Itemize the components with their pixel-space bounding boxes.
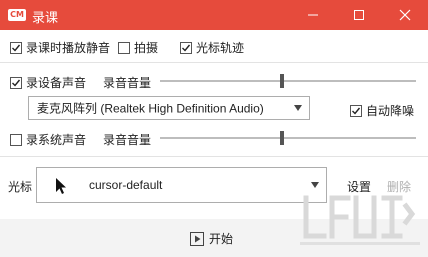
system-volume-label: 录音音量 [103, 131, 151, 148]
mouse-pointer-icon [56, 178, 66, 194]
device-audio-label: 录设备声音 [26, 76, 87, 90]
cursor-track-checkbox[interactable] [180, 41, 192, 54]
device-volume-thumb[interactable] [280, 74, 284, 88]
system-volume-slider[interactable] [160, 137, 416, 139]
start-button[interactable]: 开始 [190, 230, 233, 247]
maximize-icon [354, 10, 364, 20]
cursor-select-value: cursor-default [89, 178, 163, 192]
window-title: 录课 [32, 10, 59, 25]
play-icon [190, 231, 204, 246]
minimize-button[interactable] [290, 0, 336, 30]
system-volume-thumb[interactable] [280, 131, 284, 145]
photo-label: 拍摄 [134, 41, 159, 55]
system-audio-checkbox[interactable] [10, 133, 22, 146]
title-bar: CM 录课 [0, 0, 428, 30]
option-system-audio[interactable]: 录系统声音 [10, 131, 86, 148]
device-select-value: 麦克风阵列 (Realtek High Definition Audio) [37, 101, 264, 116]
maximize-button[interactable] [336, 0, 382, 30]
noise-reduction-label: 自动降噪 [366, 104, 415, 118]
device-audio-checkbox[interactable] [10, 76, 22, 89]
device-volume-slider[interactable] [160, 80, 416, 82]
cursor-label-text: 光标 [8, 180, 33, 194]
watermark-logo [300, 195, 420, 245]
silent-record-label: 录课时播放静音 [26, 41, 111, 55]
divider [0, 62, 428, 63]
check-icon [182, 44, 191, 52]
close-icon [399, 9, 411, 21]
option-device-audio[interactable]: 录设备声音 [10, 74, 86, 91]
cursor-select[interactable]: cursor-default [36, 167, 327, 203]
device-volume-text: 录音音量 [103, 76, 152, 90]
check-icon [352, 107, 361, 115]
chevron-down-icon [294, 105, 302, 111]
option-photo[interactable]: 拍摄 [118, 39, 158, 56]
option-silent-record[interactable]: 录课时播放静音 [10, 39, 110, 56]
silent-record-checkbox[interactable] [10, 41, 22, 54]
start-label: 开始 [209, 232, 234, 246]
noise-reduction-checkbox[interactable] [350, 104, 362, 117]
device-select[interactable]: 麦克风阵列 (Realtek High Definition Audio) [28, 96, 310, 120]
divider [0, 156, 428, 157]
check-icon [12, 79, 21, 87]
option-cursor-track[interactable]: 光标轨迹 [180, 39, 244, 56]
cursor-label: 光标 [8, 178, 32, 195]
option-noise-reduction[interactable]: 自动降噪 [350, 102, 414, 119]
app-logo-icon: CM [8, 9, 26, 21]
system-audio-label: 录系统声音 [26, 133, 87, 147]
photo-checkbox[interactable] [118, 41, 130, 54]
cursor-track-label: 光标轨迹 [196, 41, 245, 55]
minimize-icon [308, 14, 318, 16]
close-button[interactable] [382, 0, 428, 30]
system-volume-text: 录音音量 [103, 133, 152, 147]
check-icon [12, 44, 21, 52]
device-volume-label: 录音音量 [103, 74, 151, 91]
